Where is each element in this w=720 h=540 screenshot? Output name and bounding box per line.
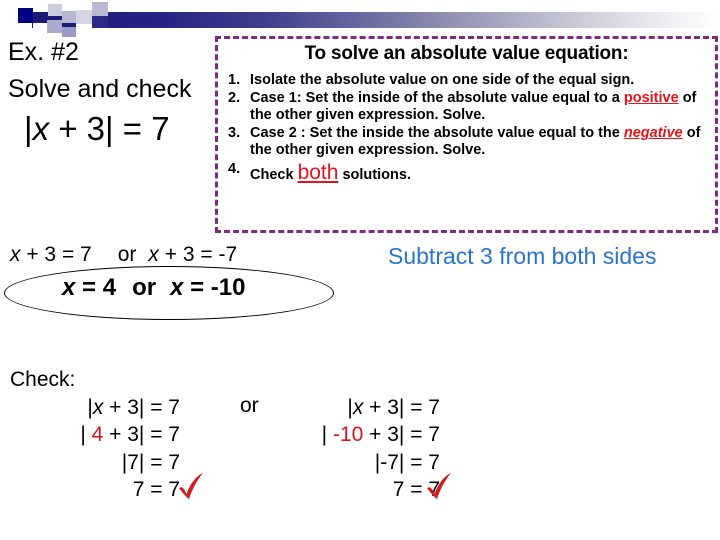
check-line-pre: | xyxy=(321,423,333,447)
answer-connector: or xyxy=(132,274,157,301)
banner-square-white-2 xyxy=(33,23,47,33)
step-text-plain: Case 1: Set the inside of the absolute v… xyxy=(250,90,624,107)
case-right-variable: x xyxy=(148,243,159,266)
answer-line: x = 4 or x = -10 xyxy=(62,274,245,302)
check-line: | 4 + 3| = 7 xyxy=(20,421,180,448)
steps-list: 1. Isolate the absolute value on one sid… xyxy=(224,72,709,186)
banner-gradient-bar xyxy=(32,12,720,28)
banner-square-light-3 xyxy=(62,11,76,23)
answer-right-rest: = -10 xyxy=(183,274,246,301)
check-line-pre: 7 = 7 xyxy=(392,477,440,501)
answer-right-variable: x xyxy=(170,274,184,301)
check-substituted-value: 4 xyxy=(91,423,104,447)
slide-canvas: Ex. #2 Solve and check |x + 3| = 7 To so… xyxy=(0,0,720,540)
step-item-2: 2. Case 1: Set the inside of the absolut… xyxy=(224,90,709,124)
banner-square-light-5 xyxy=(76,10,92,24)
case-split-line: x + 3 = 7 or x + 3 = -7 xyxy=(10,243,237,267)
main-equation-prefix: | xyxy=(24,110,33,147)
check-line-pre: |7| = 7 xyxy=(121,450,180,474)
answer-left-rest: = 4 xyxy=(75,274,117,301)
check-line: |7| = 7 xyxy=(20,449,180,476)
step-text-plain: Case 2 : Set the inside the absolute val… xyxy=(250,125,624,142)
steps-callout-box: To solve an absolute value equation: 1. … xyxy=(215,36,718,233)
check-line-variable: x xyxy=(92,396,104,419)
banner-square-light-1 xyxy=(48,4,62,16)
check-line-post: + 3| = 7 xyxy=(363,396,440,419)
check-column-left: |x + 3| = 7 | 4 + 3| = 7 |7| = 7 7 = 7 xyxy=(20,394,180,503)
check-line: |x + 3| = 7 xyxy=(280,394,440,421)
check-column-right: |x + 3| = 7 | -10 + 3| = 7 |-7| = 7 7 = … xyxy=(280,394,440,503)
main-equation: |x + 3| = 7 xyxy=(24,110,170,148)
banner-square-light-6 xyxy=(92,2,108,16)
case-left-rest: + 3 = 7 xyxy=(20,243,92,266)
banner-square-white-5 xyxy=(76,24,92,33)
step-item-3: 3. Case 2 : Set the inside the absolute … xyxy=(224,125,709,159)
step-number: 1. xyxy=(228,72,241,88)
check-line-pre: 7 = 7 xyxy=(132,477,180,501)
step-number: 4. xyxy=(228,160,241,177)
banner-square-white-4 xyxy=(76,0,92,10)
check-mark-icon-left xyxy=(179,473,203,499)
solve-and-check-label: Solve and check xyxy=(8,75,192,103)
step-text: Check both solutions. xyxy=(250,161,709,186)
step-text-plain: Isolate the absolute value on one side o… xyxy=(250,72,635,88)
check-substituted-value: -10 xyxy=(332,423,364,447)
case-right-rest: + 3 = -7 xyxy=(158,243,238,266)
main-equation-rest: + 3| = 7 xyxy=(49,110,170,147)
check-line-pre: |-7| = 7 xyxy=(374,450,440,474)
check-line-post: + 3| = 7 xyxy=(103,396,180,419)
check-line-post: + 3| = 7 xyxy=(103,423,180,447)
check-line: 7 = 7 xyxy=(20,476,180,503)
answer-left-variable: x xyxy=(62,274,76,301)
check-line-post: + 3| = 7 xyxy=(363,423,440,447)
example-title: Ex. #2 xyxy=(8,38,79,66)
step-text: Isolate the absolute value on one side o… xyxy=(250,72,709,89)
step-item-1: 1. Isolate the absolute value on one sid… xyxy=(224,72,709,89)
banner-square-white-1 xyxy=(33,0,48,12)
main-equation-variable: x xyxy=(32,110,50,147)
check-line: | -10 + 3| = 7 xyxy=(280,421,440,448)
check-line: 7 = 7 xyxy=(280,476,440,503)
check-line: |-7| = 7 xyxy=(280,449,440,476)
step-text: Case 1: Set the inside of the absolute v… xyxy=(250,90,709,124)
check-line-pre: | xyxy=(80,423,92,447)
case-left-variable: x xyxy=(10,243,21,266)
check-connector: or xyxy=(240,394,259,417)
case-connector: or xyxy=(117,243,137,266)
step-highlight-positive: positive xyxy=(623,90,679,107)
step-number: 2. xyxy=(228,90,241,107)
check-line-variable: x xyxy=(352,396,364,419)
banner-square-light-2 xyxy=(47,20,62,33)
banner-square-navy xyxy=(18,8,33,23)
check-section-label: Check: xyxy=(10,368,76,391)
steps-box-title: To solve an absolute value equation: xyxy=(304,43,629,64)
step-item-4: 4. Check both solutions. xyxy=(224,161,709,186)
step-highlight-both: both xyxy=(297,160,339,184)
banner-square-light-4 xyxy=(62,27,76,37)
side-note-subtract: Subtract 3 from both sides xyxy=(388,243,657,269)
step-text: Case 2 : Set the inside the absolute val… xyxy=(250,125,709,159)
step-text-plain-tail: solutions. xyxy=(338,166,411,183)
header-decoration-banner xyxy=(0,0,720,40)
step-highlight-negative: negative xyxy=(623,125,683,142)
banner-square-navy-2 xyxy=(92,16,108,28)
step-number: 3. xyxy=(228,125,241,142)
step-text-plain: Check xyxy=(250,166,298,183)
check-line: |x + 3| = 7 xyxy=(20,394,180,421)
